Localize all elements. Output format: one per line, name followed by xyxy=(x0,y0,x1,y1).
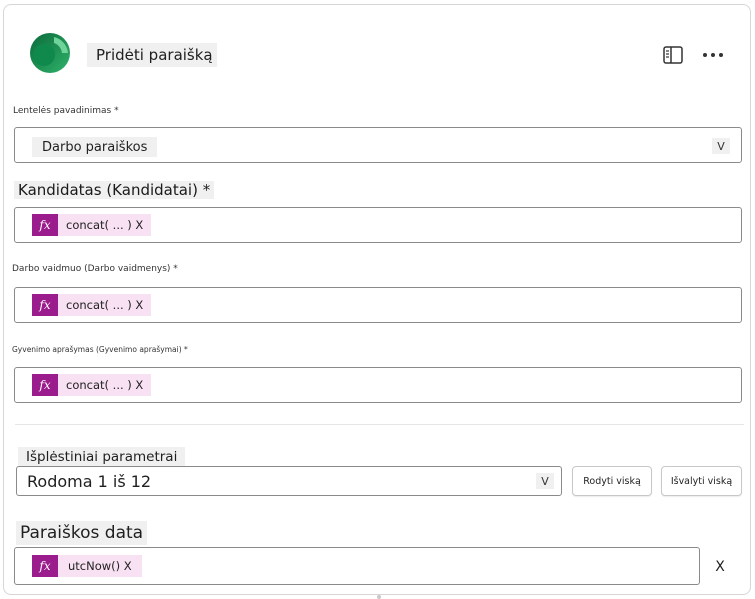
job-role-expression-chip[interactable]: fx concat( ... ) X xyxy=(32,294,152,316)
expression-text: concat( ... ) X xyxy=(58,374,152,396)
expression-text: concat( ... ) X xyxy=(58,214,152,236)
resume-field[interactable]: fx concat( ... ) X xyxy=(14,367,742,403)
resume-expression-chip[interactable]: fx concat( ... ) X xyxy=(32,374,152,396)
table-name-value: Darbo paraiškos xyxy=(32,137,158,157)
fx-icon: fx xyxy=(32,555,58,577)
table-name-select[interactable]: Darbo paraiškos V xyxy=(14,127,742,163)
job-role-label: Darbo vaidmuo (Darbo vaidmenys) * xyxy=(12,264,178,274)
dynamics-logo-icon xyxy=(24,31,76,75)
fx-icon: fx xyxy=(32,374,58,396)
application-date-label: Paraiškos data xyxy=(16,521,148,545)
table-name-label: Lentelės pavadinimas * xyxy=(13,106,119,116)
application-date-field[interactable]: fx utcNow() X xyxy=(14,547,700,585)
divider xyxy=(15,424,744,425)
candidate-label: Kandidatas (Kandidatai) * xyxy=(14,181,215,199)
candidate-field[interactable]: fx concat( ... ) X xyxy=(14,207,742,243)
card-header: Pridėti paraišką xyxy=(4,5,750,95)
job-role-field[interactable]: fx concat( ... ) X xyxy=(14,287,742,323)
page-title: Pridėti paraišką xyxy=(87,43,217,67)
fx-icon: fx xyxy=(32,294,58,316)
fx-icon: fx xyxy=(32,214,58,236)
resize-handle[interactable] xyxy=(377,595,381,599)
candidate-expression-chip[interactable]: fx concat( ... ) X xyxy=(32,214,152,236)
clear-date-button[interactable]: X xyxy=(710,557,730,577)
more-options-icon[interactable] xyxy=(701,43,725,67)
side-panel-icon[interactable] xyxy=(661,43,685,67)
expression-text: concat( ... ) X xyxy=(58,294,152,316)
clear-all-button[interactable]: Išvalyti viską xyxy=(661,466,742,496)
chevron-down-icon[interactable]: V xyxy=(712,138,730,154)
chevron-down-icon[interactable]: V xyxy=(536,473,554,489)
date-expression-chip[interactable]: fx utcNow() X xyxy=(32,555,142,577)
add-application-card: Pridėti paraišką Lentelės pavadinimas * … xyxy=(3,4,751,599)
parameters-counter: Rodoma 1 iš 12 xyxy=(27,472,152,491)
advanced-parameters-label: Išplėstiniai parametrai xyxy=(18,447,186,467)
expression-text: utcNow() X xyxy=(58,555,142,577)
show-all-button[interactable]: Rodyti viską xyxy=(572,466,652,496)
advanced-parameters-select[interactable]: Rodoma 1 iš 12 V xyxy=(16,466,562,496)
resume-label: Gyvenimo aprašymas (Gyvenimo aprašymai) … xyxy=(12,345,188,354)
